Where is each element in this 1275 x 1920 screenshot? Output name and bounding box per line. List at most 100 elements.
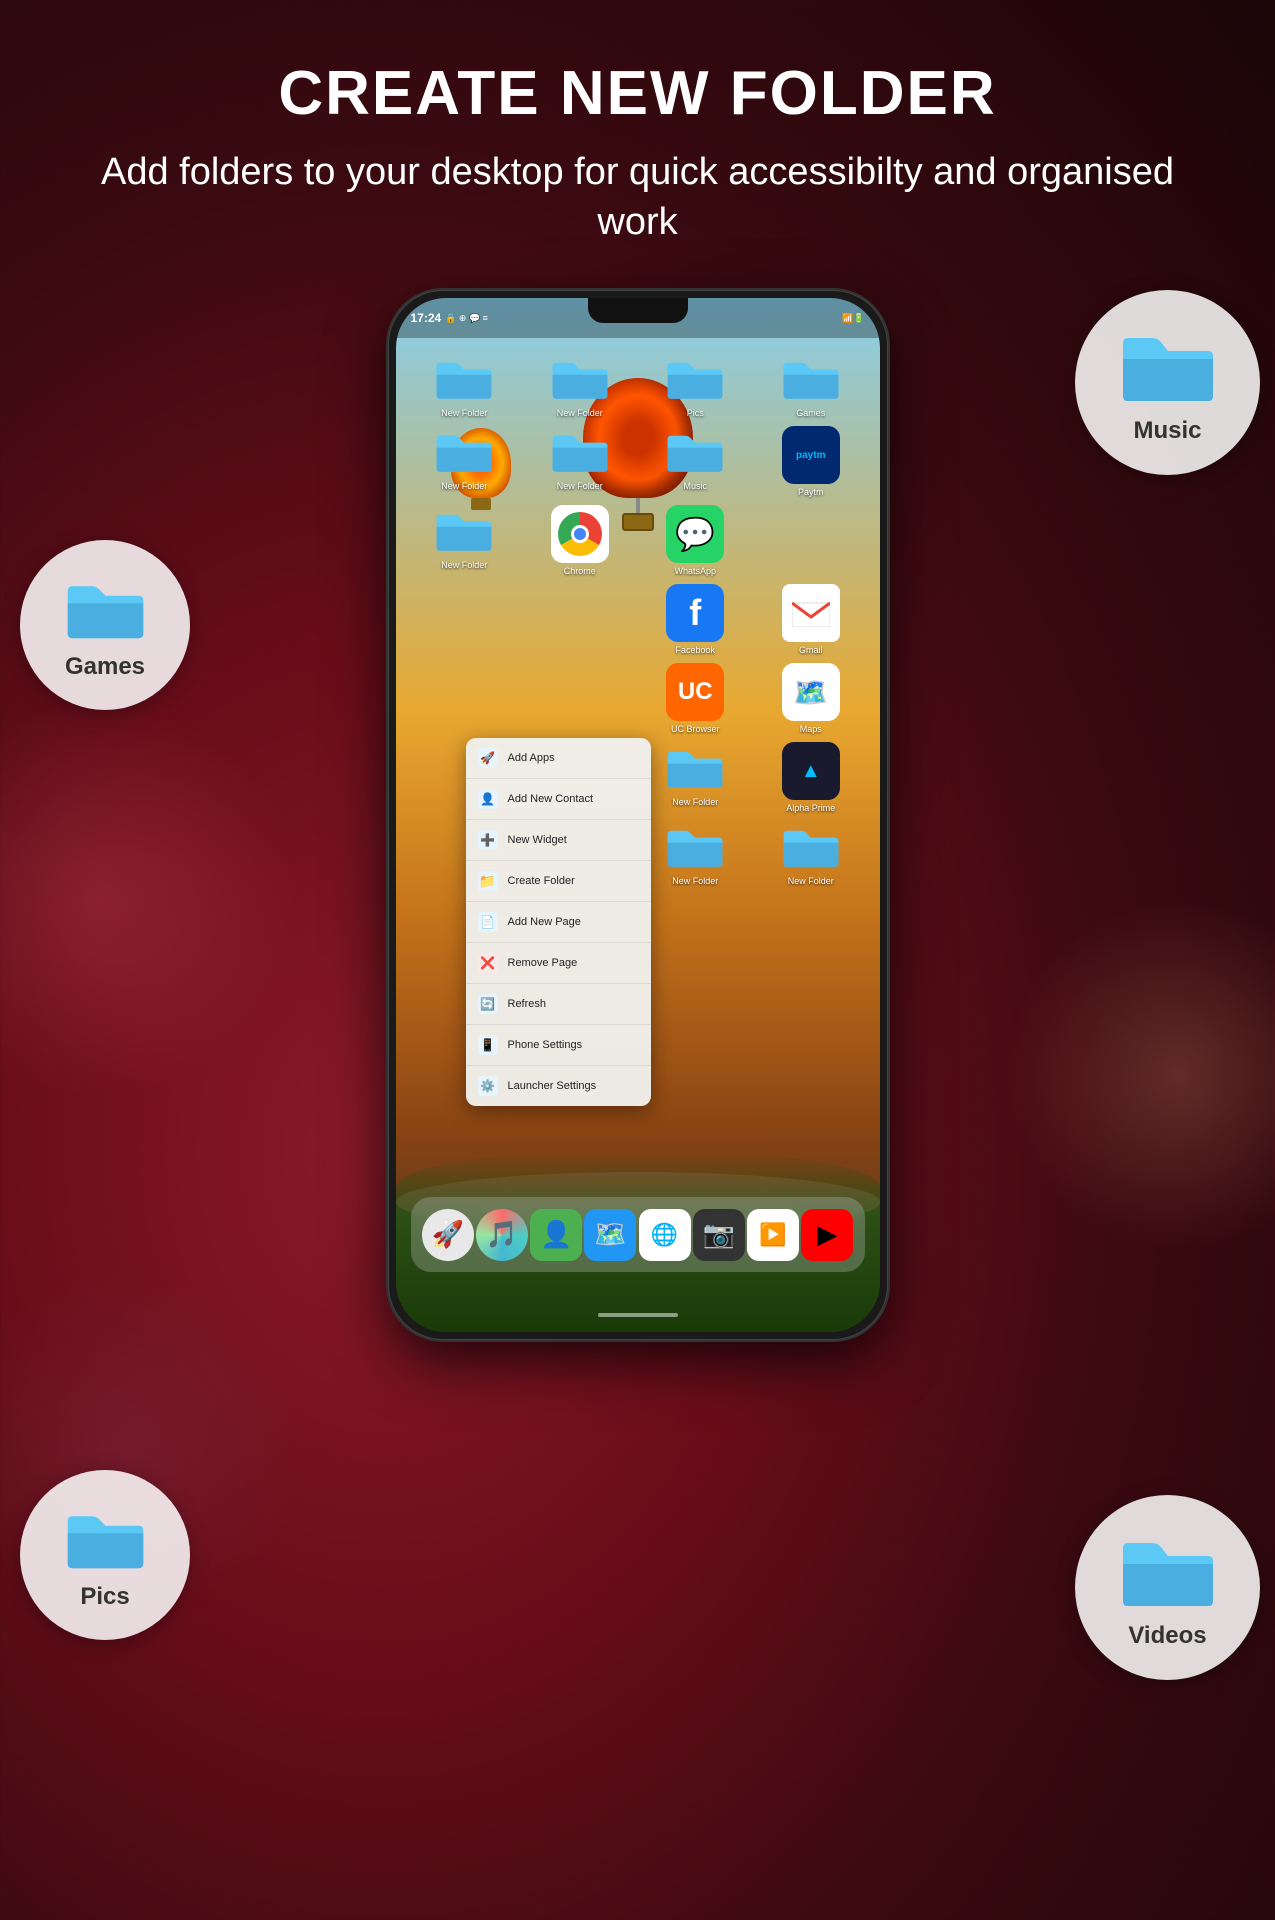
dock-map[interactable]: 🗺️: [584, 1209, 636, 1261]
remove-page-label: Remove Page: [508, 957, 578, 969]
menu-launcher-settings[interactable]: ⚙️ Launcher Settings: [466, 1066, 651, 1106]
pics-label: Pics: [80, 1583, 129, 1611]
menu-remove-page[interactable]: ❌ Remove Page: [466, 943, 651, 984]
app-item-folder7[interactable]: New Folder: [642, 821, 750, 886]
new-widget-label: New Widget: [508, 834, 567, 846]
app-item-games[interactable]: Games: [757, 353, 865, 418]
app-item-folder6[interactable]: New Folder: [642, 742, 750, 813]
circle-pics: Pics: [20, 1470, 190, 1640]
folder6-label: New Folder: [672, 797, 718, 807]
app-item-whatsapp[interactable]: 💬 WhatsApp: [642, 505, 750, 576]
music-app-label: Music: [683, 481, 707, 491]
context-menu: 🚀 Add Apps 👤 Add New Contact ➕ New Widge…: [466, 738, 651, 1106]
phone-screen: 17:24 🔒 ⊕ 💬 ≡ 📶🔋: [396, 298, 880, 1332]
dock-contacts[interactable]: 👤: [530, 1209, 582, 1261]
maps-label: Maps: [800, 724, 822, 734]
dock-launcher[interactable]: 🚀: [422, 1209, 474, 1261]
alpha-label: Alpha Prime: [786, 803, 835, 813]
page-subtitle: Add folders to your desktop for quick ac…: [0, 148, 1275, 247]
app-item-facebook[interactable]: f Facebook: [642, 584, 750, 655]
whatsapp-label: WhatsApp: [674, 566, 716, 576]
app-item-chrome[interactable]: Chrome: [526, 505, 634, 576]
app-item-folder8[interactable]: New Folder: [757, 821, 865, 886]
games-label: Games: [65, 653, 145, 681]
menu-new-widget[interactable]: ➕ New Widget: [466, 820, 651, 861]
chrome-icon: [551, 505, 609, 563]
circle-games: Games: [20, 540, 190, 710]
page-title: CREATE NEW FOLDER: [0, 60, 1275, 128]
new-widget-icon: ➕: [478, 830, 498, 850]
remove-page-icon: ❌: [478, 953, 498, 973]
header-section: CREATE NEW FOLDER Add folders to your de…: [0, 0, 1275, 277]
dock-play[interactable]: ▶️: [747, 1209, 799, 1261]
app-item-maps[interactable]: 🗺️ Maps: [757, 663, 865, 734]
music-folder-icon: [1118, 321, 1218, 409]
phone-wrapper: 17:24 🔒 ⊕ 💬 ≡ 📶🔋: [388, 290, 888, 1340]
videos-label: Videos: [1128, 1622, 1206, 1650]
add-page-icon: 📄: [478, 912, 498, 932]
menu-add-apps[interactable]: 🚀 Add Apps: [466, 738, 651, 779]
folder-icon-5: [434, 505, 494, 557]
app-item-music[interactable]: Music: [642, 426, 750, 497]
folder3-label: New Folder: [441, 481, 487, 491]
folder-icon-1: [434, 353, 494, 405]
folder-icon-3: [434, 426, 494, 478]
uc-icon: UC: [666, 663, 724, 721]
folder4-label: New Folder: [557, 481, 603, 491]
folder-icon-6: [665, 742, 725, 794]
menu-add-page[interactable]: 📄 Add New Page: [466, 902, 651, 943]
app-item-uc[interactable]: UC UC Browser: [642, 663, 750, 734]
facebook-label: Facebook: [675, 645, 715, 655]
app-item-paytm[interactable]: paytm Paytm: [757, 426, 865, 497]
app-item-folder3[interactable]: New Folder: [411, 426, 519, 497]
folder7-label: New Folder: [672, 876, 718, 886]
folder-icon-7: [665, 821, 725, 873]
gmail-svg: [792, 599, 830, 627]
folder-icon-8: [781, 821, 841, 873]
folder-icon-games: [781, 353, 841, 405]
phone-settings-icon: 📱: [478, 1035, 498, 1055]
facebook-icon: f: [666, 584, 724, 642]
circle-music: Music: [1075, 290, 1260, 475]
status-notch: [588, 298, 688, 323]
status-time: 17:24: [411, 311, 442, 325]
paytm-icon: paytm: [782, 426, 840, 484]
menu-phone-settings[interactable]: 📱 Phone Settings: [466, 1025, 651, 1066]
chrome-circle: [558, 512, 602, 556]
games-app-label: Games: [796, 408, 825, 418]
status-left-icons: 17:24 🔒 ⊕ 💬 ≡: [411, 311, 488, 325]
phone-dock: 🚀 🎵 👤 🗺️ 🌐 📷 ▶️ ▶: [411, 1197, 865, 1272]
folder-icon-2: [550, 353, 610, 405]
gmail-label: Gmail: [799, 645, 823, 655]
add-apps-label: Add Apps: [508, 752, 555, 764]
videos-folder-icon: [1118, 1526, 1218, 1614]
alpha-icon: ▲: [782, 742, 840, 800]
app-item-alpha[interactable]: ▲ Alpha Prime: [757, 742, 865, 813]
app-item-pics[interactable]: Pics: [642, 353, 750, 418]
phone-outer: 17:24 🔒 ⊕ 💬 ≡ 📶🔋: [388, 290, 888, 1340]
uc-label: UC Browser: [671, 724, 720, 734]
menu-create-folder[interactable]: 📁 Create Folder: [466, 861, 651, 902]
menu-add-contact[interactable]: 👤 Add New Contact: [466, 779, 651, 820]
app-item-folder4[interactable]: New Folder: [526, 426, 634, 497]
dock-camera[interactable]: 📷: [693, 1209, 745, 1261]
app-item-folder5[interactable]: New Folder: [411, 505, 519, 576]
bg-blob-left: [0, 700, 300, 1100]
dock-siri[interactable]: 🎵: [476, 1209, 528, 1261]
folder5-label: New Folder: [441, 560, 487, 570]
app-item-folder1[interactable]: New Folder: [411, 353, 519, 418]
app-item-gmail[interactable]: Gmail: [757, 584, 865, 655]
home-indicator: [598, 1313, 678, 1317]
dock-youtube[interactable]: ▶: [801, 1209, 853, 1261]
add-contact-label: Add New Contact: [508, 793, 594, 805]
music-label: Music: [1133, 417, 1201, 445]
folder8-label: New Folder: [788, 876, 834, 886]
menu-refresh[interactable]: 🔄 Refresh: [466, 984, 651, 1025]
dock-chrome[interactable]: 🌐: [639, 1209, 691, 1261]
launcher-settings-icon: ⚙️: [478, 1076, 498, 1096]
folder1-label: New Folder: [441, 408, 487, 418]
app-item-folder2[interactable]: New Folder: [526, 353, 634, 418]
bg-blob-right: [1005, 900, 1275, 1250]
gmail-icon: [782, 584, 840, 642]
add-page-label: Add New Page: [508, 916, 581, 928]
